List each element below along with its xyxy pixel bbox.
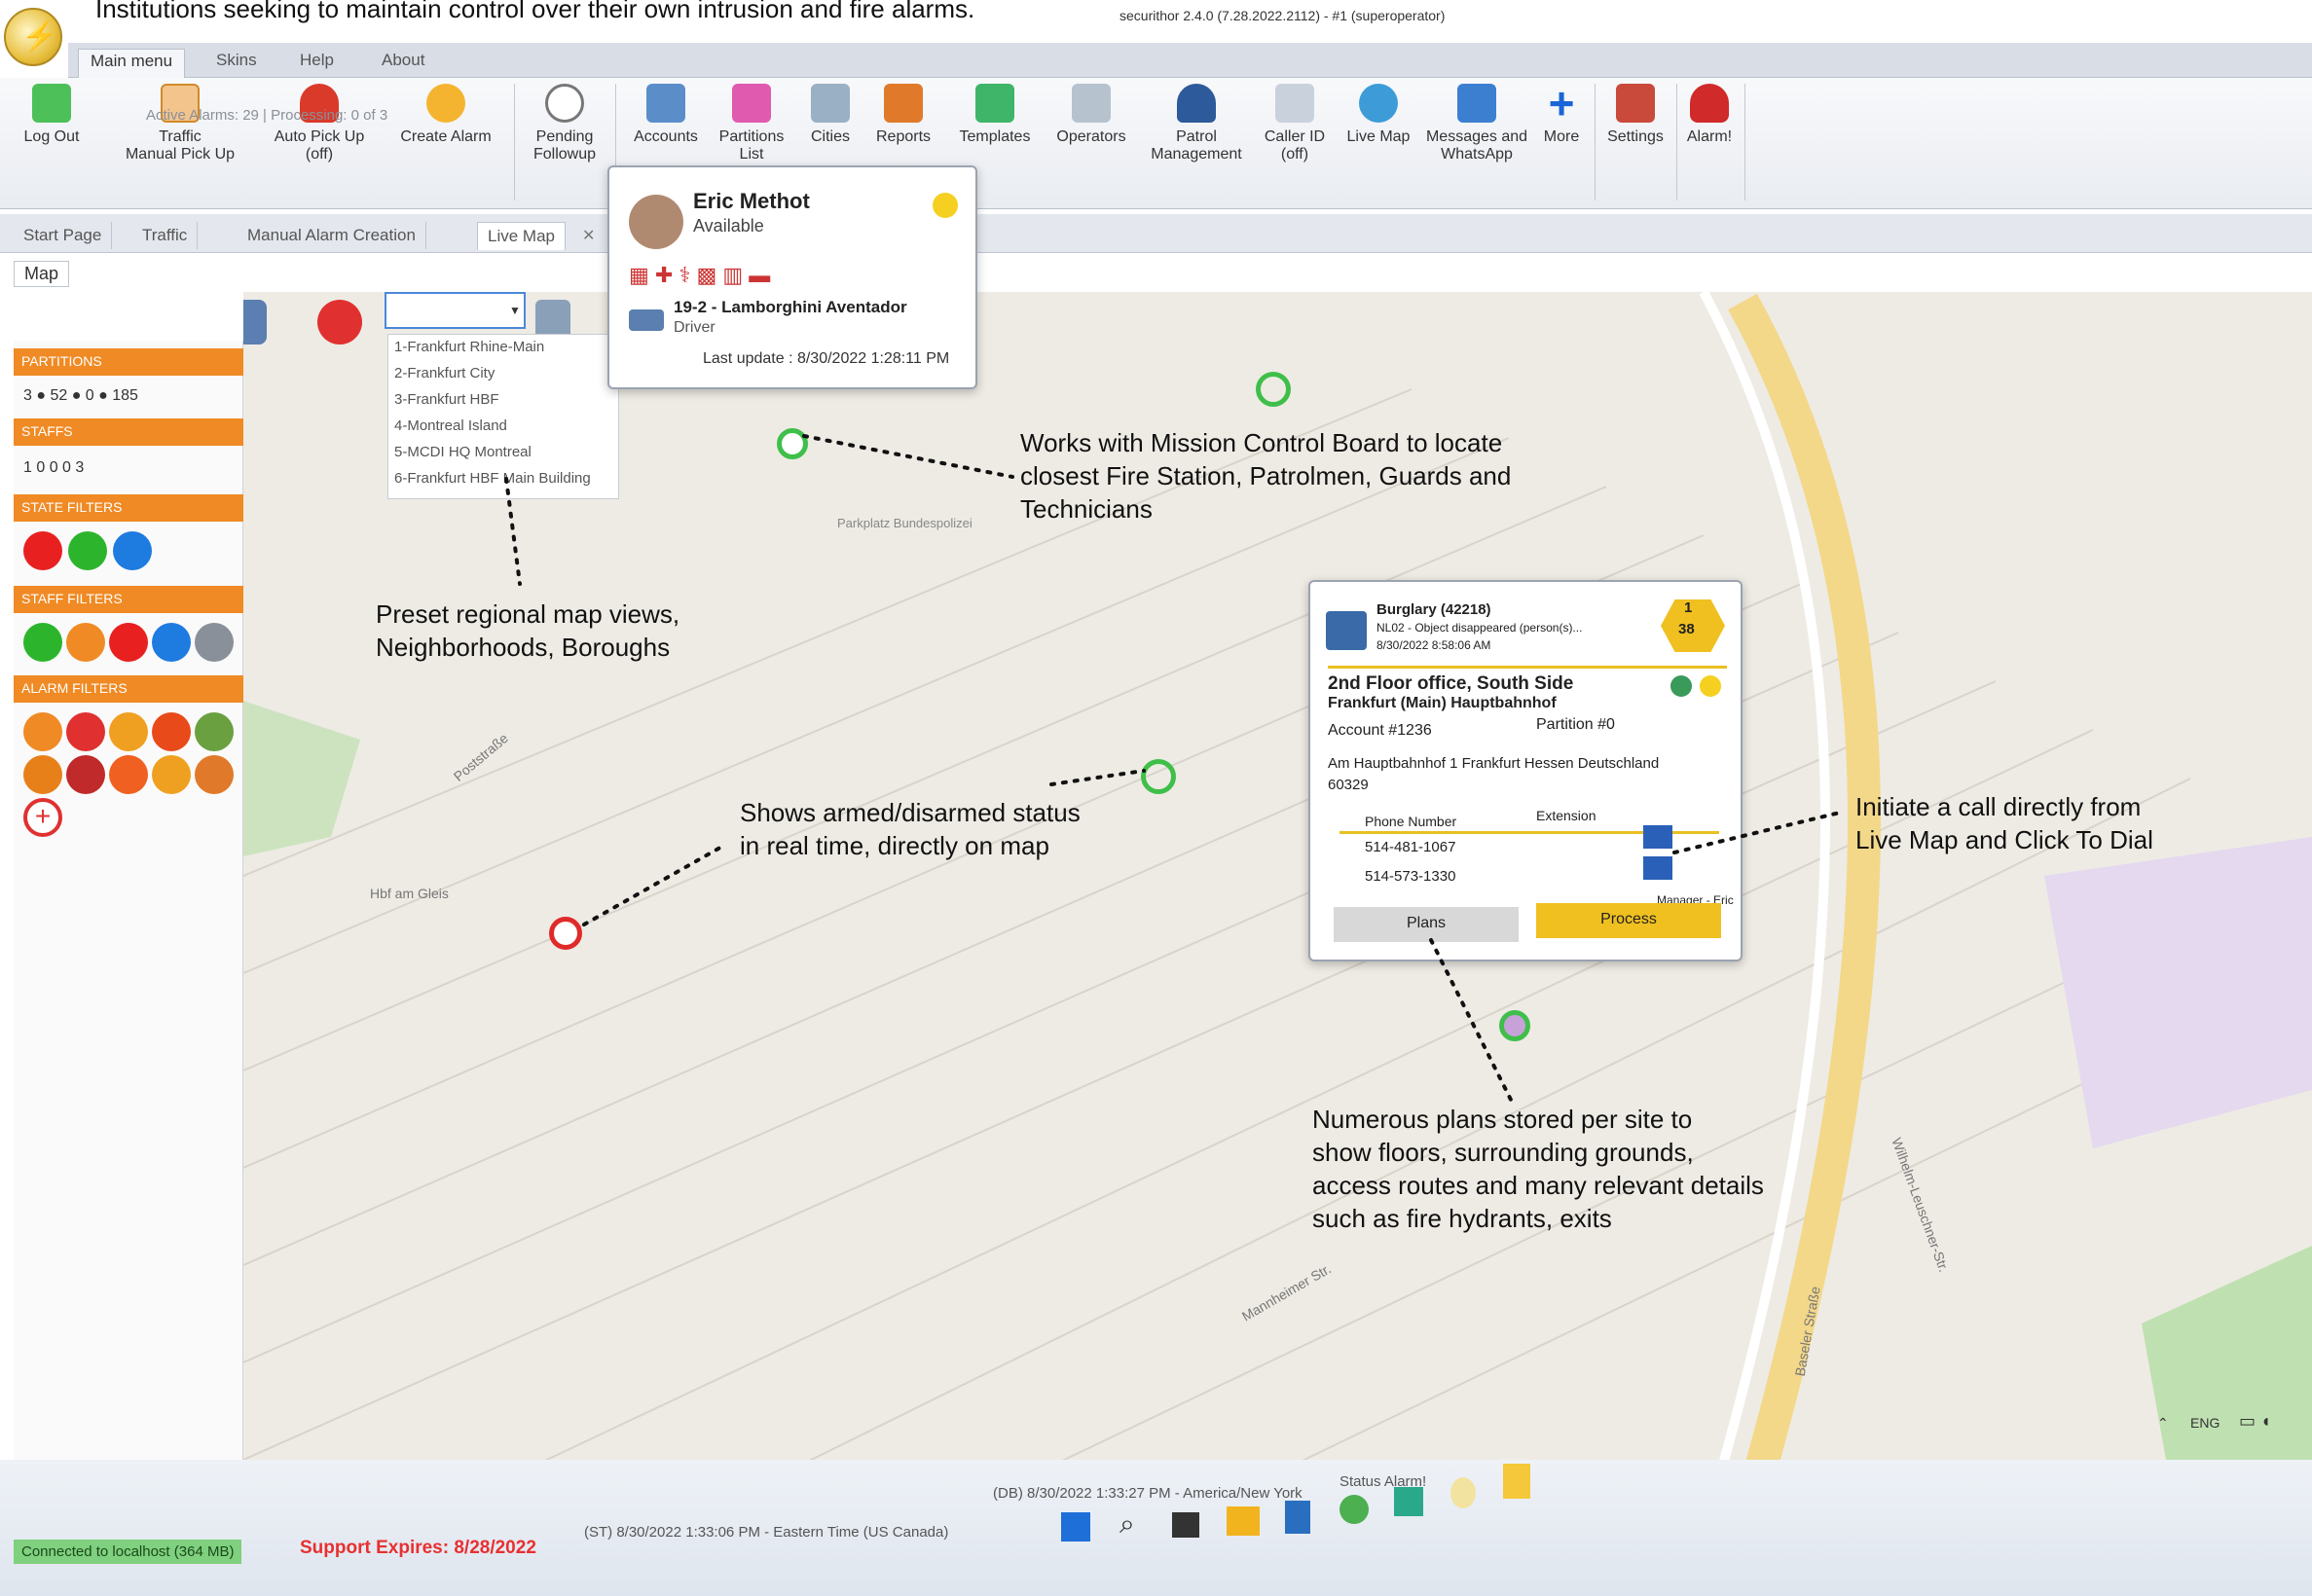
annotation-armed: Shows armed/disarmed status in real time,… [740,798,1081,860]
network-icon[interactable]: ▭ ◖ [2239,1411,2271,1432]
connection-status: Connected to localhost (364 MB) [14,1540,242,1564]
support-expiry: Support Expires: 8/28/2022 [300,1538,536,1558]
task-view-icon[interactable] [1172,1512,1199,1538]
start-icon[interactable] [1061,1512,1090,1542]
language-indicator[interactable]: ENG [2190,1415,2220,1431]
app-icon[interactable] [1285,1501,1310,1534]
app-icon[interactable] [1339,1495,1369,1524]
annotation-call: Initiate a call directly from Live Map an… [1855,792,2153,854]
server-time: (DB) 8/30/2022 1:33:27 PM - America/New … [993,1485,1303,1502]
search-icon[interactable]: ⌕ [1119,1508,1135,1541]
app-icon[interactable] [1394,1487,1423,1516]
annotation-plans: Numerous plans stored per site to show fl… [1312,1105,1764,1233]
annotation-mission: Works with Mission Control Board to loca… [1020,428,1512,524]
taskbar: Connected to localhost (364 MB) Support … [0,1411,2312,1596]
file-explorer-icon[interactable] [1227,1506,1260,1536]
chevron-up-icon[interactable]: ⌃ [2157,1415,2169,1432]
securithor-taskbar-icon[interactable] [1503,1464,1530,1499]
annotation-preset: Preset regional map views, Neighborhoods,… [376,599,680,662]
app-icon[interactable] [1450,1477,1476,1508]
local-time: (ST) 8/30/2022 1:33:06 PM - Eastern Time… [584,1524,949,1541]
